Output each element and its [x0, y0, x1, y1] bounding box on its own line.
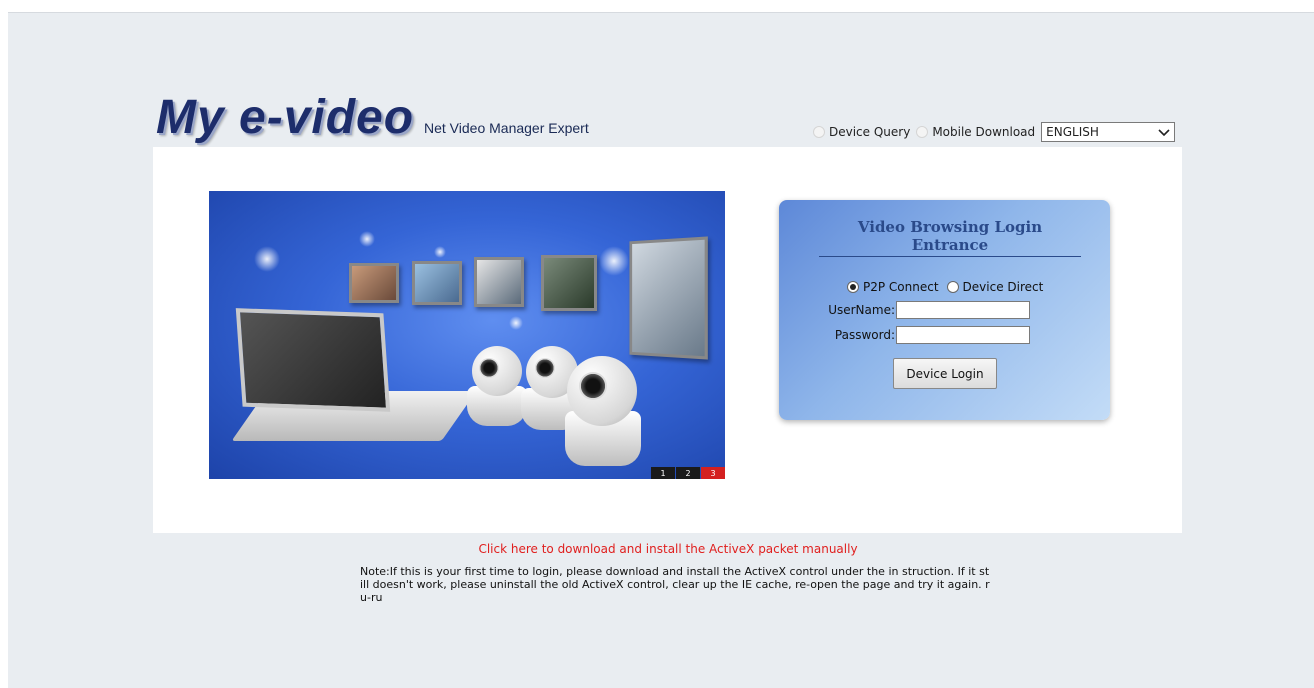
device-query-link[interactable]: Device Query: [813, 125, 910, 139]
device-direct-radio[interactable]: [946, 281, 959, 293]
username-input[interactable]: [896, 301, 1030, 319]
brand-logo: My e-video: [156, 91, 415, 144]
light-glow: [509, 316, 523, 330]
password-row: Password:: [825, 326, 1030, 344]
username-row: UserName:: [825, 301, 1030, 319]
brand-tagline: Net Video Manager Expert: [424, 120, 589, 136]
device-login-button[interactable]: Device Login: [893, 358, 997, 389]
password-label: Password:: [834, 328, 895, 342]
chevron-down-icon: [1158, 129, 1170, 137]
video-frame: [541, 255, 597, 311]
p2p-connect-label: P2P Connect: [863, 280, 939, 294]
activex-download-link[interactable]: Click here to download and install the A…: [0, 542, 1314, 556]
pager-button-2[interactable]: 2: [676, 467, 700, 479]
video-frame: [629, 236, 708, 360]
light-glow: [434, 246, 446, 258]
device-query-label: Device Query: [829, 125, 911, 139]
language-select[interactable]: ENGLISH: [1041, 122, 1176, 142]
mobile-download-link[interactable]: Mobile Download: [916, 125, 1035, 139]
language-select-value: ENGLISH: [1046, 125, 1099, 139]
connection-mode-group: P2P Connect Device Direct: [847, 280, 1043, 294]
pager-button-1[interactable]: 1: [651, 467, 675, 479]
mobile-download-label: Mobile Download: [932, 125, 1036, 139]
mobile-download-icon: [916, 126, 929, 138]
video-frame: [412, 261, 462, 305]
video-frame: [474, 257, 524, 307]
light-glow: [359, 231, 375, 247]
video-frame: [349, 263, 399, 303]
login-title: Video Browsing Login Entrance: [819, 218, 1081, 257]
device-direct-label: Device Direct: [962, 280, 1044, 294]
banner-slideshow: 1 2 3: [209, 191, 725, 479]
slideshow-pager: 1 2 3: [650, 467, 725, 479]
light-glow: [254, 246, 280, 272]
username-label: UserName:: [828, 303, 895, 317]
device-query-icon: [813, 126, 825, 138]
login-note: Note:If this is your first time to login…: [360, 565, 990, 604]
laptop-screen: [235, 308, 391, 412]
top-links: Device Query Mobile Download ENGLISH: [813, 122, 1176, 142]
login-panel: Video Browsing Login Entrance P2P Connec…: [779, 200, 1110, 420]
pager-button-3[interactable]: 3: [701, 467, 725, 479]
password-input[interactable]: [896, 326, 1030, 344]
light-glow: [599, 246, 629, 276]
p2p-connect-radio[interactable]: [847, 281, 859, 293]
